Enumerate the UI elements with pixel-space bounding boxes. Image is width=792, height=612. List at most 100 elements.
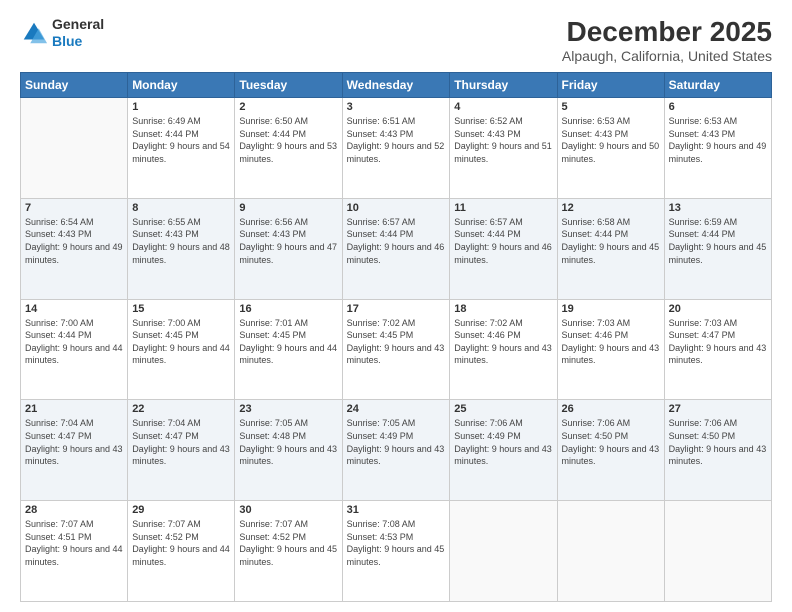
main-title: December 2025: [562, 16, 772, 48]
daylight-text: Daylight: 9 hours and 44 minutes.: [25, 342, 123, 367]
calendar-cell: [664, 501, 771, 602]
subtitle: Alpaugh, California, United States: [562, 48, 772, 64]
calendar-cell: 6 Sunrise: 6:53 AMSunset: 4:43 PMDaylight…: [664, 98, 771, 199]
sunrise-text: Sunrise: 7:05 AM: [239, 417, 337, 430]
header: General Blue December 2025 Alpaugh, Cali…: [20, 16, 772, 64]
calendar-week-1: 1Sunrise: 6:49 AMSunset: 4:44 PMDaylight…: [21, 98, 772, 199]
sunrise-text: Sunrise: 7:06 AM: [669, 417, 767, 430]
calendar-cell: 5Sunrise: 6:53 AMSunset: 4:43 PMDaylight…: [557, 98, 664, 199]
daylight-text: Daylight: 9 hours and 43 minutes.: [132, 443, 230, 468]
sunrise-text: Sunrise: 7:03 AM: [669, 317, 767, 330]
calendar-header: SundayMondayTuesdayWednesdayThursdayFrid…: [21, 73, 772, 98]
calendar-cell: 18Sunrise: 7:02 AMSunset: 4:46 PMDayligh…: [450, 299, 557, 400]
sunrise-text: Sunrise: 6:55 AM: [132, 216, 230, 229]
sunrise-text: Sunrise: 6:57 AM: [454, 216, 552, 229]
day-info: Sunrise: 7:06 AMSunset: 4:49 PMDaylight:…: [454, 417, 552, 467]
sunset-text: Sunset: 4:44 PM: [669, 228, 767, 241]
weekday-header-wednesday: Wednesday: [342, 73, 450, 98]
sunrise-text: Sunrise: 7:05 AM: [347, 417, 446, 430]
day-number: 2: [239, 101, 337, 113]
sunset-text: Sunset: 4:44 PM: [239, 128, 337, 141]
daylight-text: Daylight: 9 hours and 44 minutes.: [239, 342, 337, 367]
day-info: Sunrise: 7:02 AMSunset: 4:45 PMDaylight:…: [347, 317, 446, 367]
daylight-text: Daylight: 9 hours and 54 minutes.: [132, 140, 230, 165]
sunset-text: Sunset: 4:44 PM: [132, 128, 230, 141]
calendar-cell: 29 Sunrise: 7:07 AMSunset: 4:52 PMDayligh…: [128, 501, 235, 602]
day-number: 7: [25, 202, 123, 214]
weekday-header-friday: Friday: [557, 73, 664, 98]
daylight-text: Daylight: 9 hours and 43 minutes.: [25, 443, 123, 468]
daylight-text: Daylight: 9 hours and 53 minutes.: [239, 140, 337, 165]
day-info: Sunrise: 6:53 AMSunset: 4:43 PMDaylight:…: [669, 115, 767, 165]
sunrise-text: Sunrise: 7:06 AM: [562, 417, 660, 430]
day-info: Sunrise: 7:05 AMSunset: 4:48 PMDaylight:…: [239, 417, 337, 467]
sunset-text: Sunset: 4:47 PM: [669, 329, 767, 342]
day-info: Sunrise: 7:04 AMSunset: 4:47 PMDaylight:…: [25, 417, 123, 467]
daylight-text: Daylight: 9 hours and 43 minutes.: [669, 342, 767, 367]
calendar-cell: 1Sunrise: 6:49 AMSunset: 4:44 PMDaylight…: [128, 98, 235, 199]
day-info: Sunrise: 6:56 AMSunset: 4:43 PMDaylight:…: [239, 216, 337, 266]
calendar-cell: 10Sunrise: 6:57 AMSunset: 4:44 PMDayligh…: [342, 198, 450, 299]
sunrise-text: Sunrise: 6:52 AM: [454, 115, 552, 128]
calendar-cell: 12Sunrise: 6:58 AMSunset: 4:44 PMDayligh…: [557, 198, 664, 299]
day-number: 9: [239, 202, 337, 214]
calendar-week-2: 7 Sunrise: 6:54 AMSunset: 4:43 PMDaylight…: [21, 198, 772, 299]
daylight-text: Daylight: 9 hours and 45 minutes.: [562, 241, 660, 266]
sunrise-text: Sunrise: 6:53 AM: [669, 115, 767, 128]
weekday-row: SundayMondayTuesdayWednesdayThursdayFrid…: [21, 73, 772, 98]
day-number: 30: [239, 504, 337, 516]
sunset-text: Sunset: 4:48 PM: [239, 430, 337, 443]
day-info: Sunrise: 6:52 AMSunset: 4:43 PMDaylight:…: [454, 115, 552, 165]
day-info: Sunrise: 6:53 AMSunset: 4:43 PMDaylight:…: [562, 115, 660, 165]
calendar-cell: 14Sunrise: 7:00 AMSunset: 4:44 PMDayligh…: [21, 299, 128, 400]
logo: General Blue: [20, 16, 104, 50]
day-info: Sunrise: 7:07 AMSunset: 4:52 PMDaylight:…: [132, 518, 230, 568]
day-number: 16: [239, 303, 337, 315]
sunset-text: Sunset: 4:43 PM: [454, 128, 552, 141]
sunset-text: Sunset: 4:45 PM: [132, 329, 230, 342]
day-info: Sunrise: 7:06 AMSunset: 4:50 PMDaylight:…: [669, 417, 767, 467]
sunset-text: Sunset: 4:47 PM: [25, 430, 123, 443]
logo-line2: Blue: [52, 33, 82, 49]
day-number: 14: [25, 303, 123, 315]
day-info: Sunrise: 7:07 AMSunset: 4:51 PMDaylight:…: [25, 518, 123, 568]
calendar-cell: [450, 501, 557, 602]
sunset-text: Sunset: 4:43 PM: [239, 228, 337, 241]
day-number: 12: [562, 202, 660, 214]
day-number: 6: [669, 101, 767, 113]
weekday-header-monday: Monday: [128, 73, 235, 98]
sunset-text: Sunset: 4:44 PM: [25, 329, 123, 342]
day-number: 11: [454, 202, 552, 214]
day-number: 25: [454, 403, 552, 415]
day-number: 1: [132, 101, 230, 113]
calendar-cell: 24Sunrise: 7:05 AMSunset: 4:49 PMDayligh…: [342, 400, 450, 501]
day-number: 28: [25, 504, 123, 516]
sunrise-text: Sunrise: 7:04 AM: [132, 417, 230, 430]
daylight-text: Daylight: 9 hours and 43 minutes.: [347, 342, 446, 367]
day-number: 8: [132, 202, 230, 214]
daylight-text: Daylight: 9 hours and 44 minutes.: [25, 543, 123, 568]
sunrise-text: Sunrise: 6:51 AM: [347, 115, 446, 128]
day-info: Sunrise: 7:04 AMSunset: 4:47 PMDaylight:…: [132, 417, 230, 467]
calendar-cell: 11Sunrise: 6:57 AMSunset: 4:44 PMDayligh…: [450, 198, 557, 299]
daylight-text: Daylight: 9 hours and 44 minutes.: [132, 543, 230, 568]
day-info: Sunrise: 6:59 AMSunset: 4:44 PMDaylight:…: [669, 216, 767, 266]
calendar-cell: 4Sunrise: 6:52 AMSunset: 4:43 PMDaylight…: [450, 98, 557, 199]
title-block: December 2025 Alpaugh, California, Unite…: [562, 16, 772, 64]
sunrise-text: Sunrise: 7:08 AM: [347, 518, 446, 531]
daylight-text: Daylight: 9 hours and 48 minutes.: [132, 241, 230, 266]
day-number: 17: [347, 303, 446, 315]
day-info: Sunrise: 6:55 AMSunset: 4:43 PMDaylight:…: [132, 216, 230, 266]
logo-icon: [20, 19, 48, 47]
day-info: Sunrise: 7:02 AMSunset: 4:46 PMDaylight:…: [454, 317, 552, 367]
day-number: 29: [132, 504, 230, 516]
sunset-text: Sunset: 4:44 PM: [347, 228, 446, 241]
calendar-cell: 25 Sunrise: 7:06 AMSunset: 4:49 PMDayligh…: [450, 400, 557, 501]
logo-text: General Blue: [52, 16, 104, 50]
daylight-text: Daylight: 9 hours and 49 minutes.: [669, 140, 767, 165]
calendar-week-5: 28 Sunrise: 7:07 AMSunset: 4:51 PMDayligh…: [21, 501, 772, 602]
day-number: 15: [132, 303, 230, 315]
daylight-text: Daylight: 9 hours and 43 minutes.: [562, 342, 660, 367]
day-info: Sunrise: 6:54 AMSunset: 4:43 PMDaylight:…: [25, 216, 123, 266]
calendar-cell: 23Sunrise: 7:05 AMSunset: 4:48 PMDayligh…: [235, 400, 342, 501]
